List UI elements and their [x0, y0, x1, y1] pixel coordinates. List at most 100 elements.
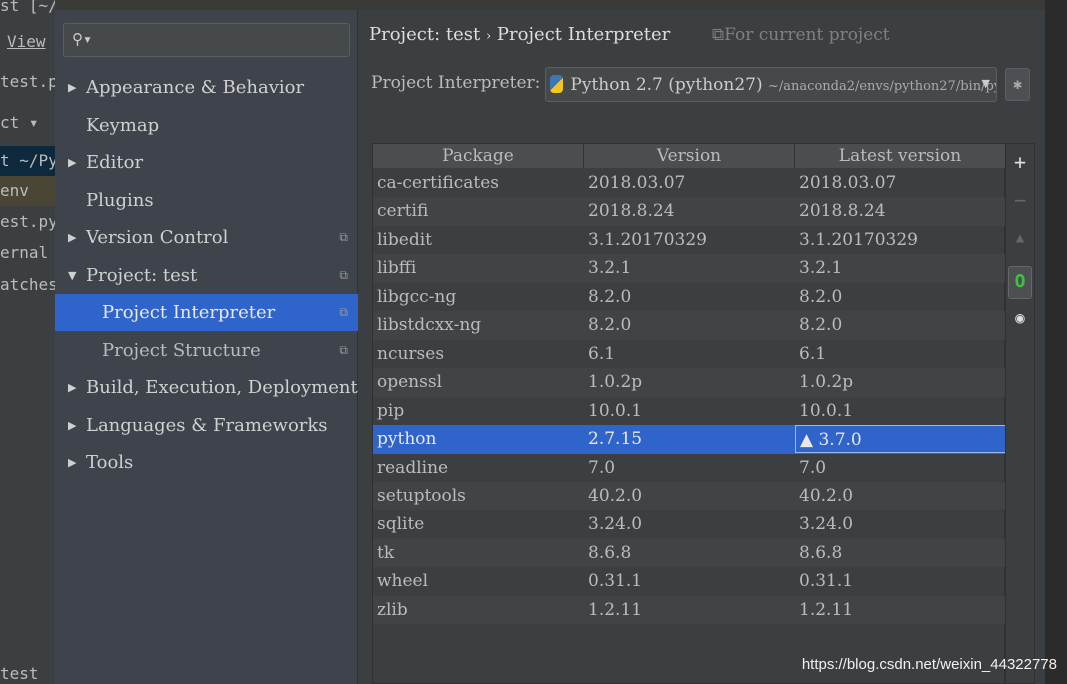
- sidebar-item-label: Tools: [86, 452, 134, 473]
- add-package-button[interactable]: +: [1007, 150, 1033, 174]
- expand-arrow-icon[interactable]: ▼: [68, 257, 76, 294]
- package-latest-version: ▲ 3.7.0: [795, 425, 1006, 454]
- table-row[interactable]: readline 7.0 7.0: [373, 454, 1006, 483]
- package-name: setuptools: [377, 485, 466, 506]
- upgrade-package-button[interactable]: ▲: [1007, 230, 1033, 246]
- sidebar-item-label: Plugins: [86, 189, 154, 211]
- tree-item[interactable]: ernal L: [0, 243, 55, 262]
- package-latest-version: 8.6.8: [799, 542, 843, 563]
- gear-button[interactable]: ✱: [1005, 68, 1030, 101]
- remove-package-button[interactable]: −: [1007, 188, 1033, 212]
- package-name: ncurses: [377, 343, 445, 364]
- use-conda-button[interactable]: O: [1008, 266, 1032, 299]
- interpreter-label: Project Interpreter:: [371, 73, 541, 93]
- package-version: 3.2.1: [588, 258, 632, 279]
- table-row[interactable]: ncurses 6.1 6.1: [373, 340, 1006, 369]
- settings-search-input[interactable]: ⚲▾: [63, 23, 350, 57]
- breadcrumb-current: Project Interpreter: [496, 24, 671, 45]
- sidebar-item-label: Appearance & Behavior: [86, 77, 305, 98]
- column-header-package[interactable]: Package: [373, 144, 584, 168]
- package-latest-version: 8.2.0: [799, 315, 843, 336]
- table-row[interactable]: libedit 3.1.20170329 3.1.20170329: [373, 226, 1006, 255]
- package-latest-version: 3.24.0: [799, 514, 854, 535]
- sidebar-item[interactable]: ▶ Editor: [55, 144, 358, 181]
- sidebar-item-label: Languages & Frameworks: [86, 414, 328, 436]
- table-row[interactable]: wheel 0.31.1 0.31.1: [373, 567, 1006, 596]
- chevron-down-icon: ▼: [981, 77, 990, 90]
- package-latest-version: 10.0.1: [799, 400, 854, 421]
- table-row[interactable]: certifi 2018.8.24 2018.8.24: [373, 197, 1006, 226]
- show-early-releases-button[interactable]: ◉: [1007, 308, 1033, 327]
- menu-view[interactable]: View: [7, 32, 46, 51]
- table-row[interactable]: libstdcxx-ng 8.2.0 8.2.0: [373, 311, 1006, 340]
- expand-arrow-icon[interactable]: ▶: [68, 369, 76, 406]
- sidebar-item[interactable]: ▶ Appearance & Behavior: [55, 69, 358, 106]
- table-row[interactable]: sqlite 3.24.0 3.24.0: [373, 510, 1006, 539]
- gear-icon: ✱: [1012, 75, 1023, 93]
- settings-dialog: ⚲▾ ▶ Appearance & Behavior Keymap ▶ Editor Pl…: [55, 10, 1045, 684]
- package-latest-version: 40.2.0: [799, 485, 854, 506]
- bottom-tab[interactable]: test: [0, 664, 39, 683]
- package-version: 7.0: [588, 457, 616, 478]
- package-name: sqlite: [377, 514, 425, 535]
- package-latest-version: 2018.03.07: [799, 173, 897, 193]
- expand-arrow-icon[interactable]: ▶: [68, 219, 76, 256]
- tree-item[interactable]: env: [0, 176, 55, 206]
- sidebar-item[interactable]: ▼ Project: test ⧉: [55, 257, 358, 294]
- interpreter-path: ~/anaconda2/envs/python27/bin/python: [768, 79, 996, 94]
- table-row[interactable]: zlib 1.2.11 1.2.11: [373, 595, 1006, 625]
- sidebar-item-label: Build, Execution, Deployment: [86, 377, 358, 398]
- ide-background-left: st [~/Py View test.p ct ▾ t ~/Py env est…: [0, 0, 55, 684]
- ide-title: st [~/Py: [0, 0, 55, 15]
- package-latest-version: 2018.8.24: [799, 201, 886, 222]
- dialog-titlebar: [55, 0, 1045, 10]
- watermark: https://blog.csdn.net/weixin_44322778: [801, 656, 1057, 673]
- column-header-version[interactable]: Version: [584, 144, 795, 168]
- expand-arrow-icon[interactable]: ▶: [68, 69, 76, 106]
- sidebar-item[interactable]: ▶ Languages & Frameworks: [55, 407, 358, 444]
- table-toolbar: + − ▲ O ◉: [1005, 143, 1035, 684]
- sidebar-item-label: Project Interpreter: [102, 302, 276, 323]
- package-name: tk: [377, 542, 395, 563]
- breadcrumb: Project: test › Project Interpreter ⧉For…: [369, 24, 890, 45]
- package-name: wheel: [377, 571, 429, 592]
- package-version: 10.0.1: [588, 400, 643, 421]
- package-name: libffi: [377, 258, 417, 279]
- sidebar-item[interactable]: Plugins: [55, 182, 358, 219]
- sidebar-item-label: Keymap: [86, 114, 160, 136]
- sidebar-item[interactable]: ▶ Tools: [55, 444, 358, 481]
- tree-item[interactable]: atches .: [0, 275, 55, 294]
- package-name: libedit: [377, 229, 432, 250]
- table-row[interactable]: ca-certificates 2018.03.07 2018.03.07: [373, 169, 1006, 198]
- table-row[interactable]: openssl 1.0.2p 1.0.2p: [373, 368, 1006, 397]
- column-header-latest[interactable]: Latest version: [795, 144, 1006, 168]
- breadcrumb-parent[interactable]: Project: test: [369, 24, 480, 45]
- expand-arrow-icon[interactable]: ▶: [68, 444, 76, 481]
- table-row[interactable]: setuptools 40.2.0 40.2.0: [373, 481, 1006, 511]
- table-row[interactable]: libgcc-ng 8.2.0 8.2.0: [373, 283, 1006, 312]
- sidebar-item[interactable]: ▶ Version Control ⧉: [55, 219, 358, 256]
- package-version: 2018.8.24: [588, 201, 675, 222]
- sidebar-item[interactable]: Keymap: [55, 107, 358, 144]
- sidebar-item[interactable]: ▶ Build, Execution, Deployment: [55, 369, 358, 406]
- table-row[interactable]: libffi 3.2.1 3.2.1: [373, 254, 1006, 283]
- table-row[interactable]: tk 8.6.8 8.6.8: [373, 538, 1006, 568]
- package-name: libgcc-ng: [377, 286, 457, 307]
- package-name: certifi: [377, 201, 429, 222]
- packages-table: Package Version Latest version ca-certif…: [372, 143, 1006, 684]
- python-icon: [550, 75, 563, 93]
- expand-arrow-icon[interactable]: ▶: [68, 407, 76, 444]
- sidebar-item[interactable]: Project Structure ⧉: [55, 332, 358, 369]
- table-row[interactable]: python 2.7.15 ▲ 3.7.0: [373, 425, 1006, 454]
- expand-arrow-icon[interactable]: ▶: [68, 144, 76, 181]
- file-tab[interactable]: test.p: [0, 72, 55, 91]
- package-name: libstdcxx-ng: [377, 315, 482, 336]
- tree-item[interactable]: est.py: [0, 212, 55, 231]
- table-row[interactable]: pip 10.0.1 10.0.1: [373, 397, 1006, 426]
- interpreter-select[interactable]: Python 2.7 (python27) ~/anaconda2/envs/p…: [545, 67, 997, 102]
- sidebar-item-label: Project: test: [86, 264, 198, 286]
- tree-item[interactable]: t ~/Py: [0, 146, 55, 176]
- project-dropdown[interactable]: ct ▾: [0, 113, 39, 132]
- package-latest-version: 1.2.11: [799, 599, 854, 620]
- sidebar-item[interactable]: Project Interpreter ⧉: [55, 294, 358, 331]
